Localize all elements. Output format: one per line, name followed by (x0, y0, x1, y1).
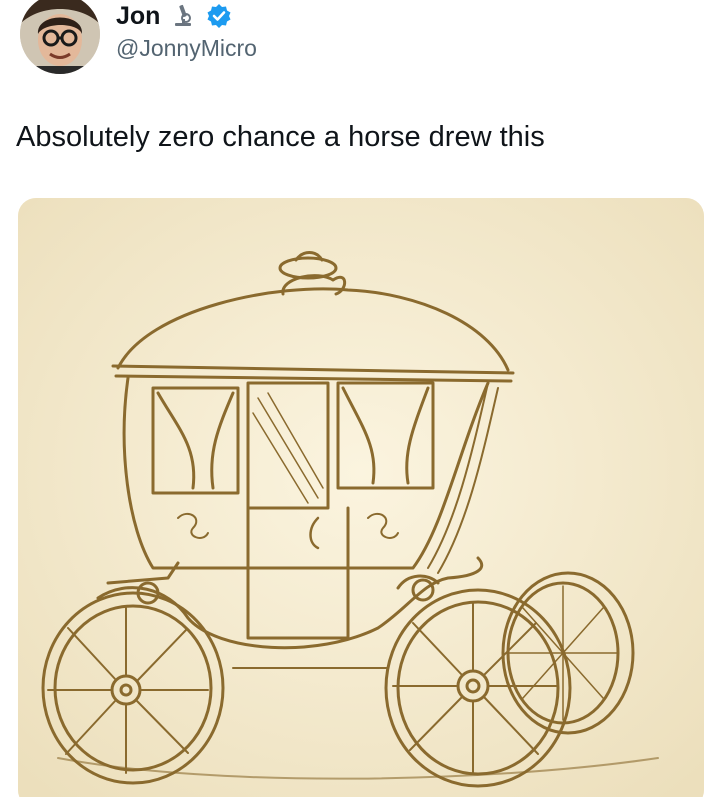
tweet-text: Absolutely zero chance a horse drew this (16, 121, 545, 153)
microscope-icon (170, 3, 196, 29)
carriage-sketch-image (18, 198, 704, 797)
tweet-media[interactable] (18, 198, 704, 797)
author-name-row: Jon (116, 0, 232, 32)
author-name[interactable]: Jon (116, 0, 160, 32)
avatar-photo-icon (20, 0, 100, 74)
avatar[interactable] (20, 0, 100, 74)
tweet-header: Jon @JonnyMicro (14, 0, 704, 76)
author-handle[interactable]: @JonnyMicro (116, 34, 257, 62)
verified-badge-icon[interactable] (206, 3, 232, 29)
